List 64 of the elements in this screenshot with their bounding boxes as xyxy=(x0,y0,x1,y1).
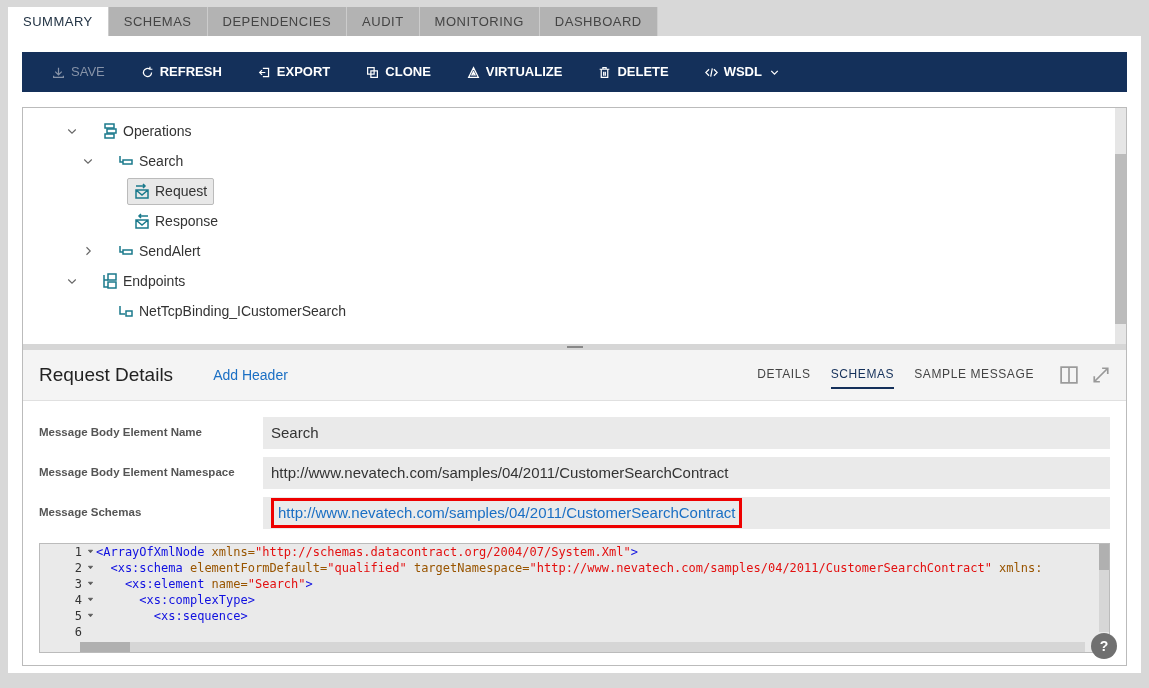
line-number: 4 xyxy=(73,592,83,608)
code-line: <ArrayOfXmlNode xmlns="http://schemas.datacontract.org/2004/07/System.Xml"> xyxy=(96,544,638,560)
fold-icon[interactable] xyxy=(86,580,94,587)
trash-icon xyxy=(598,65,612,79)
line-number: 2 xyxy=(73,560,83,576)
envelope-icon xyxy=(134,183,150,199)
tab[interactable]: SCHEMAS xyxy=(108,7,208,36)
line-number: 3 xyxy=(73,576,83,592)
tab[interactable]: AUDIT xyxy=(347,7,420,36)
virtualize-button[interactable]: VIRTUALIZE xyxy=(454,52,575,92)
field-label: Message Body Element Name xyxy=(39,425,203,441)
envelope-icon xyxy=(134,213,150,229)
line-number: 5 xyxy=(73,608,83,624)
refresh-icon xyxy=(140,65,154,79)
scrollbar[interactable] xyxy=(80,642,1085,652)
endpoint-icon xyxy=(118,303,134,319)
line-number: 1 xyxy=(73,544,83,560)
tree-item[interactable]: Search xyxy=(111,147,191,175)
code-line: <xs:schema elementFormDefault="qualified" targetNamespace="http://www.nevatech.com/samples/04/2011/CustomerSearchContract" xmlns: xyxy=(109,560,1043,576)
tree-item[interactable]: SendAlert xyxy=(111,237,208,265)
hierarchy-icon xyxy=(102,273,118,289)
field-value: http://www.nevatech.com/samples/04/2011/CustomerSearchContract xyxy=(263,457,1110,489)
field-label: Message Schemas xyxy=(39,505,143,521)
stack-icon xyxy=(102,123,118,139)
tree-item[interactable]: Endpoints xyxy=(95,267,193,295)
copy-icon xyxy=(366,65,380,79)
tab[interactable]: DEPENDENCIES xyxy=(207,7,348,36)
fold-icon[interactable] xyxy=(86,612,94,619)
panel-title: Request Details xyxy=(39,362,174,387)
download-icon xyxy=(52,65,65,79)
field-label: Message Body Element Namespace xyxy=(39,465,236,481)
code-line: <xs:sequence> xyxy=(152,608,248,624)
tab[interactable]: DASHBOARD xyxy=(539,7,658,36)
tab[interactable]: DETAILS xyxy=(757,361,811,389)
field-value: Search xyxy=(263,417,1110,449)
tab[interactable]: SUMMARY xyxy=(8,7,109,36)
triangle-icon xyxy=(466,65,480,79)
fold-icon[interactable] xyxy=(86,596,94,603)
scrollbar[interactable] xyxy=(1115,108,1126,344)
export-button[interactable]: EXPORT xyxy=(245,52,343,92)
tree-item[interactable]: NetTcpBinding_ICustomerSearch xyxy=(111,297,353,325)
schema-link[interactable]: http://www.nevatech.com/samples/04/2011/CustomerSearchContract xyxy=(271,497,743,529)
tab[interactable]: SCHEMAS xyxy=(830,361,895,389)
add-header-link[interactable]: Add Header xyxy=(213,364,288,386)
fold-icon[interactable] xyxy=(86,548,94,555)
code-icon xyxy=(704,65,718,79)
fold-icon[interactable] xyxy=(86,564,94,571)
delete-button[interactable]: DELETE xyxy=(586,52,681,92)
code-line: <xs:complexType> xyxy=(138,592,255,608)
tree-item[interactable]: Operations xyxy=(95,117,199,145)
clone-button[interactable]: CLONE xyxy=(354,52,443,92)
wsdl-button[interactable]: WSDL xyxy=(692,52,793,92)
line-number: 6 xyxy=(73,624,83,640)
split-view-icon[interactable] xyxy=(1060,366,1078,384)
export-icon xyxy=(257,65,271,79)
scrollbar[interactable] xyxy=(1099,544,1109,632)
tree-item[interactable]: Response xyxy=(127,207,226,235)
expand-icon[interactable] xyxy=(1092,366,1110,384)
code-editor[interactable] xyxy=(39,543,1110,653)
tab[interactable]: SAMPLE MESSAGE xyxy=(914,361,1034,389)
refresh-button[interactable]: REFRESH xyxy=(128,52,234,92)
tab[interactable]: MONITORING xyxy=(419,7,540,36)
code-line: <xs:element name="Search"> xyxy=(123,576,313,592)
tree-item[interactable]: Request xyxy=(127,177,215,205)
